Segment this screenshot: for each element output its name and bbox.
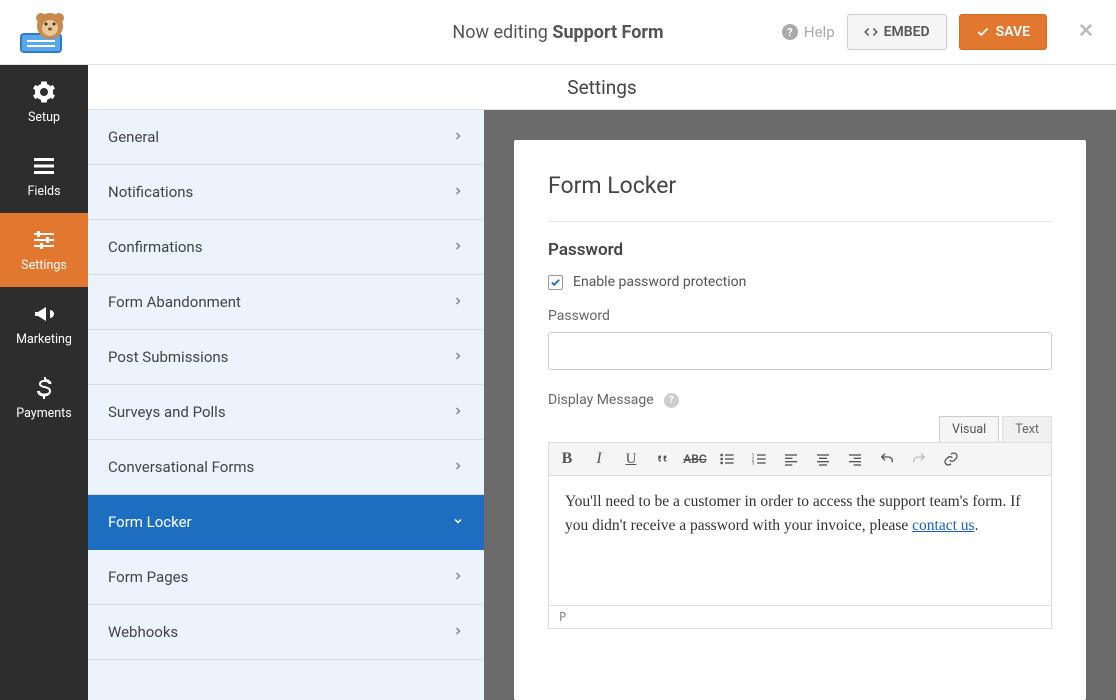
help-link[interactable]: ? Help — [782, 23, 835, 41]
svg-text:3: 3 — [752, 460, 755, 466]
password-label: Password — [548, 308, 1052, 324]
toolbar-alignr-button[interactable] — [845, 449, 865, 469]
settings-menu-item[interactable]: Form Abandonment — [88, 275, 484, 330]
nav-label: Setup — [28, 110, 60, 125]
panel-title: Form Locker — [548, 172, 1052, 199]
settings-menu-item[interactable]: Surveys and Polls — [88, 385, 484, 440]
toolbar-alignc-button[interactable] — [813, 449, 833, 469]
nav-item-setup[interactable]: Setup — [0, 65, 88, 139]
toolbar-italic-button[interactable]: I — [589, 449, 609, 469]
nav-label: Marketing — [16, 332, 72, 347]
toolbar-alignl-button[interactable] — [781, 449, 801, 469]
settings-menu-item[interactable]: General — [88, 110, 484, 165]
nav-item-fields[interactable]: Fields — [0, 139, 88, 213]
toolbar-quote-button[interactable] — [653, 449, 673, 469]
contact-us-link[interactable]: contact us — [912, 517, 974, 534]
chevron-right-icon — [452, 183, 464, 201]
help-label: Help — [804, 23, 835, 41]
help-icon: ? — [782, 24, 798, 40]
menu-item-label: Surveys and Polls — [108, 403, 226, 421]
toolbar-undo-button[interactable] — [877, 449, 897, 469]
nav-item-settings[interactable]: Settings — [0, 213, 88, 287]
app-logo — [0, 0, 88, 65]
form-locker-panel: Form Locker Password Enable password pro… — [514, 140, 1086, 700]
menu-item-label: Notifications — [108, 183, 193, 201]
editor-tab-text[interactable]: Text — [1002, 416, 1052, 442]
password-input[interactable] — [548, 332, 1052, 370]
save-label: SAVE — [996, 24, 1030, 40]
chevron-right-icon — [452, 128, 464, 146]
code-icon — [864, 25, 878, 39]
menu-item-label: Form Abandonment — [108, 293, 241, 311]
left-nav: Setup Fields Settings Marketing Payments — [0, 65, 88, 700]
editor-text-post: . — [975, 517, 979, 534]
close-icon — [1077, 21, 1095, 39]
chevron-right-icon — [452, 623, 464, 641]
nav-label: Fields — [27, 184, 60, 199]
check-icon — [976, 25, 990, 39]
form-name: Support Form — [552, 22, 663, 43]
menu-item-label: Form Locker — [108, 513, 192, 531]
editor-content[interactable]: You'll need to be a customer in order to… — [548, 476, 1052, 606]
settings-menu-item[interactable]: Form Locker — [88, 495, 484, 550]
editor-status-path: P — [548, 606, 1052, 629]
chevron-down-icon — [452, 513, 464, 531]
settings-menu-item[interactable]: Notifications — [88, 165, 484, 220]
toolbar-bold-button[interactable]: B — [557, 449, 577, 469]
editor-tab-visual[interactable]: Visual — [939, 416, 999, 442]
menu-item-label: Webhooks — [108, 623, 178, 641]
chevron-right-icon — [452, 403, 464, 421]
settings-menu-item[interactable]: Confirmations — [88, 220, 484, 275]
menu-item-label: Confirmations — [108, 238, 202, 256]
menu-item-label: Conversational Forms — [108, 458, 254, 476]
settings-menu-item[interactable]: Conversational Forms — [88, 440, 484, 495]
nav-label: Settings — [21, 258, 67, 273]
chevron-right-icon — [452, 238, 464, 256]
section-title: Password — [548, 240, 1052, 260]
toolbar-ol-button[interactable]: 123 — [749, 449, 769, 469]
enable-password-checkbox[interactable] — [548, 275, 563, 290]
rich-text-editor: Visual Text BIU ABC 123 You'll need to be … — [548, 416, 1052, 629]
editing-title: Now editing Support Form — [452, 22, 663, 43]
list-icon — [32, 154, 56, 178]
dollar-icon — [32, 376, 56, 400]
sliders-icon — [32, 228, 56, 252]
help-icon[interactable]: ? — [664, 393, 679, 408]
display-message-label: Display Message — [548, 392, 654, 408]
toolbar-ul-button[interactable] — [717, 449, 737, 469]
menu-item-label: General — [108, 128, 159, 146]
settings-menu-item[interactable]: Webhooks — [88, 605, 484, 660]
chevron-right-icon — [452, 458, 464, 476]
chevron-right-icon — [452, 348, 464, 366]
menu-item-label: Post Submissions — [108, 348, 228, 366]
chevron-right-icon — [452, 293, 464, 311]
close-button[interactable] — [1071, 21, 1101, 43]
menu-item-label: Form Pages — [108, 568, 188, 586]
nav-label: Payments — [16, 406, 71, 421]
settings-menu: General Notifications Confirmations Form Ab… — [88, 110, 484, 700]
embed-button[interactable]: EMBED — [847, 14, 947, 50]
settings-menu-item[interactable]: Form Pages — [88, 550, 484, 605]
editor-toolbar: BIU ABC 123 — [548, 442, 1052, 476]
toolbar-redo-button[interactable] — [909, 449, 929, 469]
toolbar-strike-button[interactable]: ABC — [685, 449, 705, 469]
toolbar-underline-button[interactable]: U — [621, 449, 641, 469]
divider — [548, 221, 1052, 222]
nav-item-marketing[interactable]: Marketing — [0, 287, 88, 361]
page-title: Settings — [88, 65, 1116, 110]
embed-label: EMBED — [884, 24, 930, 40]
editing-label: Now editing — [452, 22, 547, 43]
check-icon — [550, 277, 561, 288]
gear-icon — [32, 80, 56, 104]
bullhorn-icon — [32, 302, 56, 326]
toolbar-link-button[interactable] — [941, 449, 961, 469]
topbar: Now editing Support Form ? Help EMBED SA… — [0, 0, 1116, 65]
chevron-right-icon — [452, 568, 464, 586]
enable-password-label: Enable password protection — [573, 274, 746, 290]
nav-item-payments[interactable]: Payments — [0, 361, 88, 435]
save-button[interactable]: SAVE — [959, 14, 1047, 50]
settings-menu-item[interactable]: Post Submissions — [88, 330, 484, 385]
